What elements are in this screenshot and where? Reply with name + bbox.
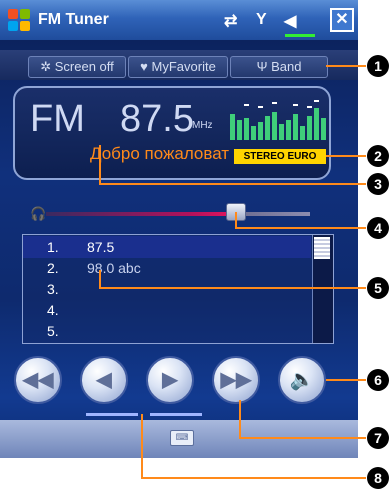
- callout-8: 8: [367, 467, 389, 489]
- callout-6: 6: [367, 369, 389, 391]
- callout-1: 1: [367, 55, 389, 77]
- callout-lines: [99, 65, 366, 479]
- callout-3: 3: [367, 173, 389, 195]
- callout-5: 5: [367, 277, 389, 299]
- callout-4: 4: [367, 217, 389, 239]
- callout-7: 7: [367, 427, 389, 449]
- callout-2: 2: [367, 145, 389, 167]
